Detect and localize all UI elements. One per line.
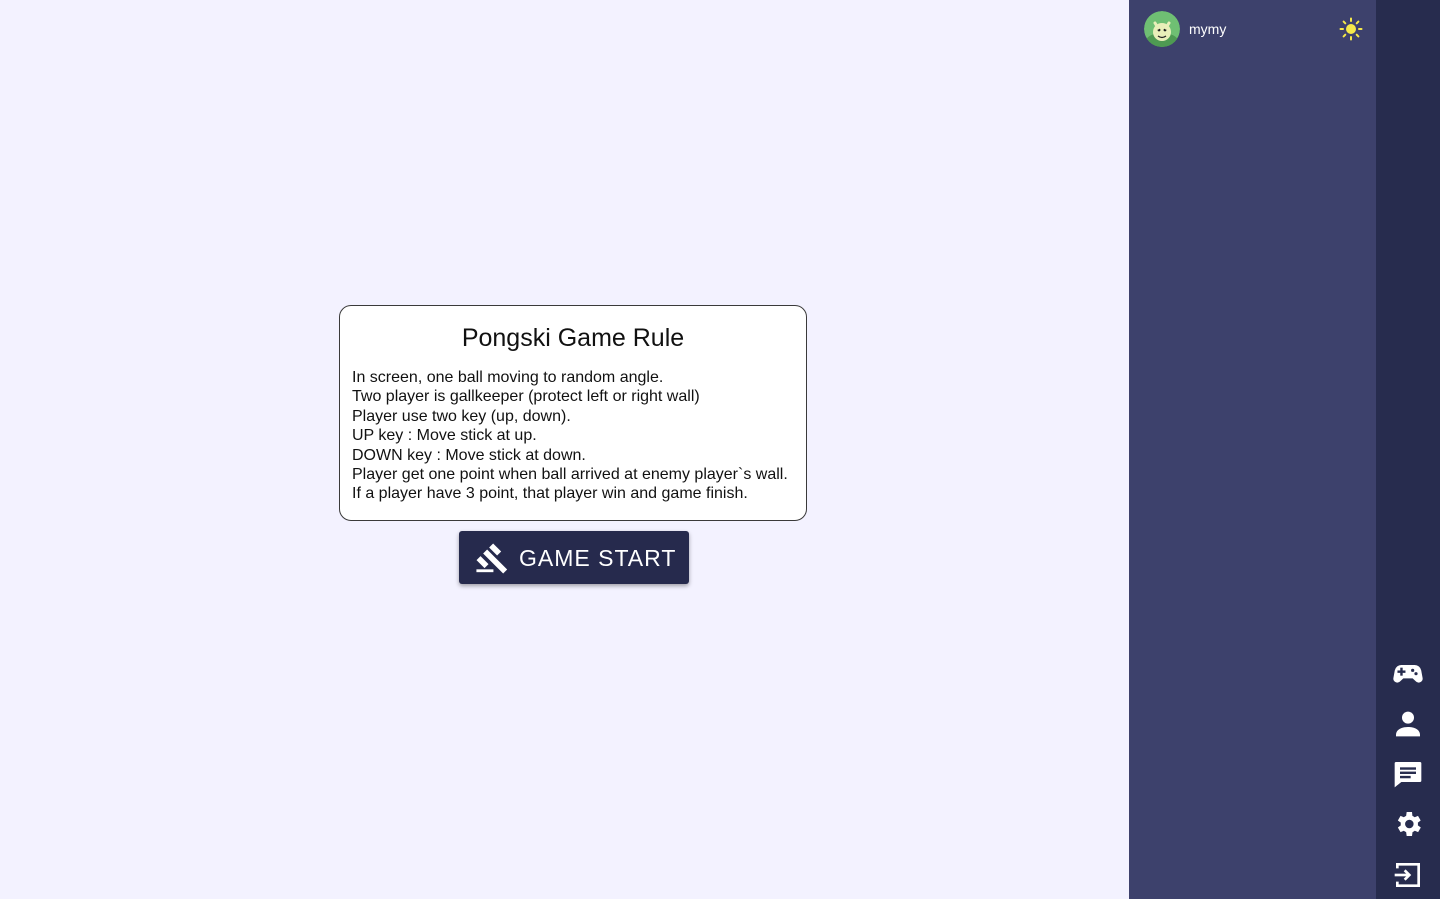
sun-icon bbox=[1339, 17, 1363, 41]
nav-chat-button[interactable] bbox=[1392, 758, 1424, 790]
main-area: Pongski Game Rule In screen, one ball mo… bbox=[0, 0, 1129, 899]
person-icon bbox=[1396, 711, 1420, 737]
logout-icon bbox=[1394, 863, 1420, 887]
nav-settings-button[interactable] bbox=[1392, 808, 1424, 840]
gamepad-icon bbox=[1393, 665, 1423, 683]
side-panel: mymy bbox=[1129, 0, 1376, 899]
rule-line: Two player is gallkeeper (protect left o… bbox=[352, 388, 700, 406]
avatar[interactable] bbox=[1144, 11, 1180, 47]
username: mymy bbox=[1189, 21, 1227, 37]
nav-logout-button[interactable] bbox=[1392, 859, 1424, 891]
game-start-label: GAME START bbox=[519, 545, 677, 571]
rule-title: Pongski Game Rule bbox=[461, 324, 685, 352]
gear-icon bbox=[1397, 812, 1421, 836]
rule-list: In screen, one ball moving to random ang… bbox=[352, 368, 788, 504]
rule-line: UP key : Move stick at up. bbox=[352, 427, 537, 445]
chat-icon bbox=[1394, 762, 1422, 788]
game-rule-card: Pongski Game Rule In screen, one ball mo… bbox=[339, 305, 807, 521]
nav-game-button[interactable] bbox=[1392, 657, 1424, 689]
rule-line: In screen, one ball moving to random ang… bbox=[352, 369, 664, 386]
gavel-icon bbox=[475, 541, 509, 575]
rule-line: Player use two key (up, down). bbox=[352, 407, 571, 425]
game-start-button[interactable]: GAME START bbox=[459, 531, 689, 584]
nav-profile-button[interactable] bbox=[1392, 707, 1424, 739]
avatar-icon bbox=[1144, 11, 1180, 47]
rule-line: If a player have 3 point, that player wi… bbox=[352, 485, 748, 503]
theme-toggle-button[interactable] bbox=[1339, 17, 1363, 41]
rule-line: Player get one point when ball arrived a… bbox=[352, 466, 788, 484]
rule-line: DOWN key : Move stick at down. bbox=[352, 446, 586, 464]
nav-icon-bar bbox=[1376, 0, 1440, 899]
